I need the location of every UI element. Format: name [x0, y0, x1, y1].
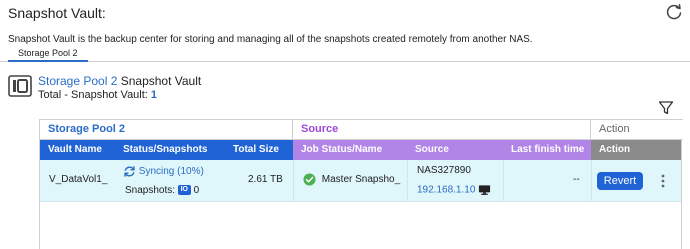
- sync-status: Syncing (10%): [123, 165, 204, 178]
- col-total-size[interactable]: Total Size: [225, 140, 293, 160]
- group-header-action: Action: [591, 119, 683, 140]
- last-finish-time: --: [573, 174, 580, 185]
- pool-title-suffix: Snapshot Vault: [117, 74, 202, 88]
- page-description: Snapshot Vault is the backup center for …: [8, 34, 533, 45]
- pool-title: Storage Pool 2 Snapshot Vault: [38, 74, 201, 88]
- check-circle-icon: [303, 173, 316, 186]
- source-name: NAS327890: [417, 165, 471, 176]
- pool-name-link[interactable]: Storage Pool 2: [38, 74, 117, 88]
- source-address: 192.168.1.10: [417, 184, 491, 196]
- col-job-status[interactable]: Job Status/Name: [293, 140, 407, 160]
- col-source[interactable]: Source: [407, 140, 503, 160]
- pool-total: Total - Snapshot Vault: 1: [38, 89, 157, 101]
- source-ip-link[interactable]: 192.168.1.10: [417, 185, 475, 196]
- column-divider: [293, 160, 294, 202]
- pool-total-label: Total - Snapshot Vault:: [38, 89, 151, 101]
- snapshot-vault-table: Storage Pool 2 Source Action Vault Name …: [39, 119, 683, 249]
- column-divider: [503, 160, 504, 202]
- job-name: Master Snapsho_: [321, 174, 401, 186]
- col-status[interactable]: Status/Snapshots: [115, 140, 225, 160]
- col-vault-name[interactable]: Vault Name: [40, 140, 115, 160]
- snapshots-info: Snapshots: IO 0: [125, 185, 199, 196]
- group-header-pool: Storage Pool 2: [40, 119, 293, 140]
- filter-icon[interactable]: [658, 100, 674, 116]
- more-vertical-icon[interactable]: [660, 173, 666, 189]
- snapshots-label: Snapshots:: [125, 185, 178, 196]
- group-header-source: Source: [293, 119, 591, 140]
- sync-status-text: Syncing (10%): [138, 166, 204, 178]
- column-divider: [591, 160, 592, 202]
- refresh-icon[interactable]: [664, 2, 684, 22]
- table-row[interactable]: V_DataVol1_ Syncing (10%) Snapshots: IO …: [40, 160, 681, 202]
- total-size: 2.61 TB: [248, 174, 283, 185]
- pool-total-count: 1: [150, 89, 158, 101]
- job-status: Master Snapsho_: [303, 173, 400, 186]
- snapshot-badge-icon: IO: [177, 185, 191, 196]
- storage-pool-icon: [8, 75, 32, 97]
- tab-storage-pool-2[interactable]: Storage Pool 2: [8, 46, 88, 62]
- revert-button[interactable]: Revert: [597, 172, 643, 190]
- column-divider: [407, 160, 408, 202]
- col-last-finish[interactable]: Last finish time: [503, 140, 591, 160]
- snapshots-count: 0: [193, 185, 200, 196]
- tab-bar: Storage Pool 2: [0, 46, 690, 62]
- monitor-icon: [479, 185, 491, 195]
- col-action: Action: [591, 140, 681, 160]
- sync-icon: [124, 166, 135, 177]
- page-title: Snapshot Vault:: [8, 5, 106, 21]
- vault-name: V_DataVol1_: [49, 174, 108, 185]
